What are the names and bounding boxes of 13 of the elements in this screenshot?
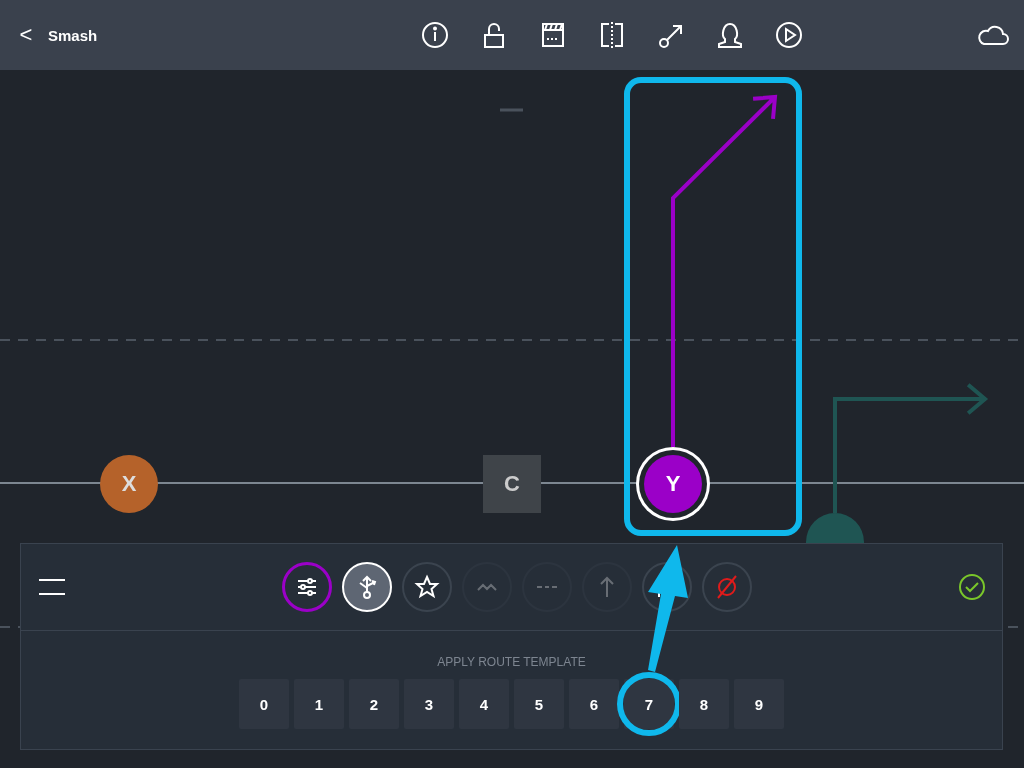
template-button[interactable]: 6: [569, 679, 619, 729]
template-button[interactable]: 4: [459, 679, 509, 729]
template-button[interactable]: 2: [349, 679, 399, 729]
back-button[interactable]: <: [14, 22, 38, 48]
template-button[interactable]: 8: [679, 679, 729, 729]
template-button[interactable]: 9: [734, 679, 784, 729]
template-heading: APPLY ROUTE TEMPLATE: [437, 655, 586, 669]
play-title: Smash: [48, 26, 99, 44]
template-button[interactable]: 1: [294, 679, 344, 729]
player-marker[interactable]: C: [483, 455, 541, 513]
template-button[interactable]: 0: [239, 679, 289, 729]
template-button[interactable]: 5: [514, 679, 564, 729]
template-button[interactable]: 3: [404, 679, 454, 729]
